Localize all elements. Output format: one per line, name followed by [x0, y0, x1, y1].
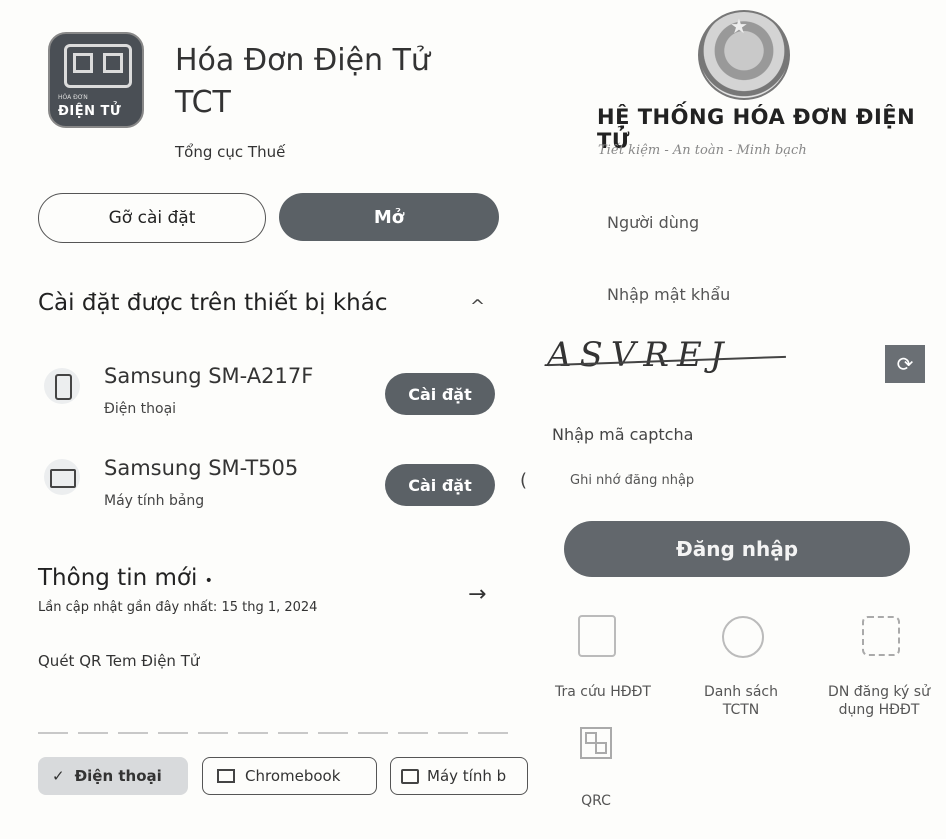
tablet-icon: [401, 768, 419, 784]
check-icon: ✓: [52, 767, 65, 785]
remember-login-checkbox[interactable]: Ghi nhớ đăng nhập: [570, 473, 694, 488]
uninstall-button[interactable]: Gỡ cài đặt: [38, 193, 266, 243]
document-search-icon: [578, 615, 616, 657]
app-icon-big-text: ĐIỆN TỬ: [58, 104, 122, 119]
app-title: Hóa Đơn Điện Tử TCT: [175, 43, 430, 120]
refresh-captcha-button[interactable]: ⟳: [885, 345, 925, 383]
last-updated: Lần cập nhật gần đây nhất: 15 thg 1, 202…: [38, 600, 318, 615]
tile-label[interactable]: Tra cứu HĐĐT: [548, 683, 658, 701]
phone-icon: [44, 368, 80, 404]
new-dot-icon: •: [204, 573, 213, 589]
arrow-right-icon[interactable]: →: [468, 582, 486, 607]
captcha-input[interactable]: Nhập mã captcha: [552, 425, 693, 444]
whats-new-title[interactable]: Thông tin mới •: [38, 565, 213, 591]
login-button[interactable]: Đăng nhập: [564, 521, 910, 577]
device-name: Samsung SM-A217F: [104, 364, 314, 388]
refresh-icon: ⟳: [896, 352, 914, 376]
tile-label[interactable]: Danh sách TCTN: [688, 683, 794, 719]
chip-label: Điện thoại: [74, 767, 162, 785]
install-button[interactable]: Cài đặt: [385, 373, 495, 415]
edge-glyph: (: [520, 470, 528, 491]
emblem-icon[interactable]: [722, 616, 764, 658]
qr-icon: [64, 44, 132, 88]
device-name: Samsung SM-T505: [104, 456, 299, 480]
whats-new-body: Quét QR Tem Điện Tử: [38, 652, 200, 670]
other-devices-title[interactable]: Cài đặt được trên thiết bị khác: [38, 290, 388, 316]
collapse-caret-icon[interactable]: ^: [470, 296, 485, 317]
tile-lookup[interactable]: [578, 615, 616, 657]
developer-name[interactable]: Tổng cục Thuế: [175, 143, 285, 161]
chip-tablet[interactable]: Máy tính b: [390, 757, 528, 795]
chip-label: Chromebook: [245, 767, 341, 785]
install-button[interactable]: Cài đặt: [385, 464, 495, 506]
chip-chromebook[interactable]: Chromebook: [202, 757, 377, 795]
tile-label[interactable]: QRC: [576, 792, 616, 810]
app-icon: HÓA ĐƠN ĐIỆN TỬ: [48, 32, 144, 128]
chip-label: Máy tính b: [427, 767, 507, 785]
whats-new-label: Thông tin mới: [38, 565, 198, 591]
open-button[interactable]: Mở: [279, 193, 499, 241]
tablet-icon: [44, 459, 80, 495]
device-type: Máy tính bảng: [104, 493, 205, 509]
tile-label[interactable]: DN đăng ký sử dụng HĐĐT: [812, 683, 946, 719]
captcha-image: ASVREJ: [547, 335, 732, 375]
qr-code-icon[interactable]: [580, 727, 612, 759]
device-type: Điện thoại: [104, 401, 177, 417]
username-input[interactable]: Người dùng: [607, 213, 699, 232]
slogan: Tiết kiệm - An toàn - Minh bạch: [598, 143, 807, 158]
laptop-icon: [217, 769, 235, 783]
password-input[interactable]: Nhập mật khẩu: [607, 285, 730, 304]
app-icon-small-text: HÓA ĐƠN: [58, 94, 88, 101]
face-scan-icon[interactable]: [862, 616, 900, 656]
divider: [38, 732, 508, 734]
star-icon: ★: [730, 14, 748, 38]
chip-phone[interactable]: ✓ Điện thoại: [38, 757, 188, 795]
